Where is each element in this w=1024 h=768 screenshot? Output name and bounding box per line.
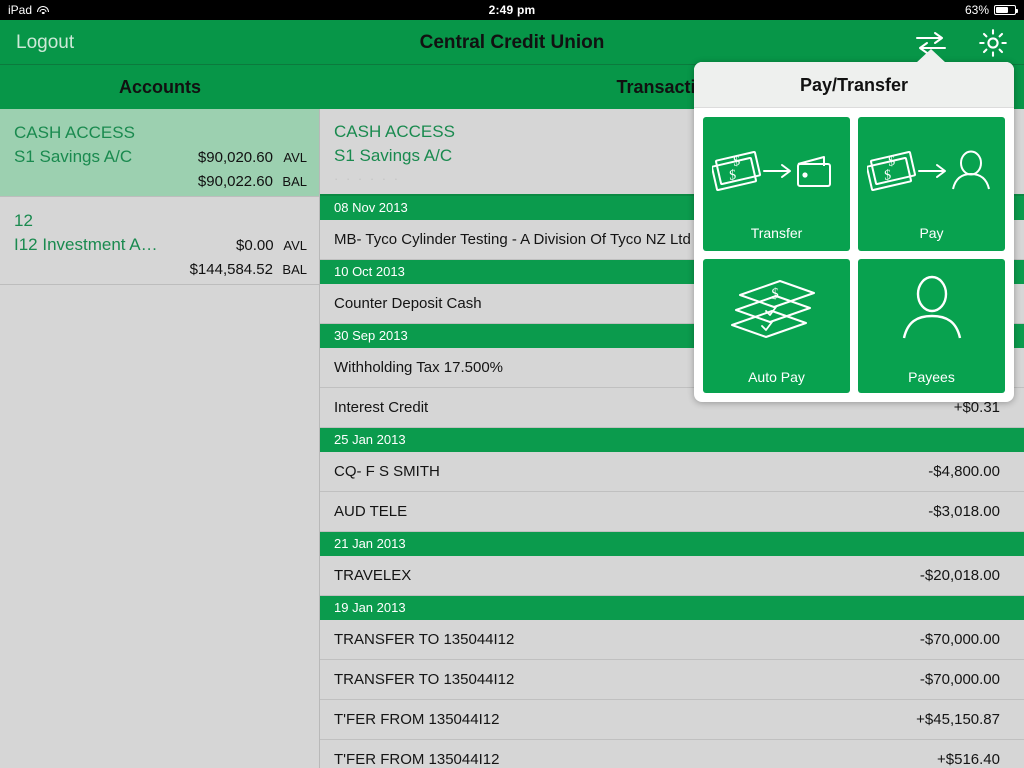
transaction-amount: -$3,018.00 xyxy=(928,503,1000,520)
status-bar-time: 2:49 pm xyxy=(488,3,536,17)
gear-icon[interactable] xyxy=(974,26,1012,60)
tile-transfer[interactable]: $ $ Transfer xyxy=(703,117,850,251)
pay-transfer-popover: Pay/Transfer $ $ Transfer $ $ Pay $ Auto… xyxy=(694,49,1014,402)
account-type: I12 Investment A… xyxy=(14,235,158,254)
transaction-date-header: 21 Jan 2013 xyxy=(320,532,1024,556)
svg-text:$: $ xyxy=(769,286,780,303)
tile-transfer-label: Transfer xyxy=(750,225,803,241)
accounts-list: CASH ACCESS S1 Savings A/C $90,020.60 AVL $9… xyxy=(0,109,319,285)
transaction-row[interactable]: AUD TELE -$3,018.00 xyxy=(320,492,1024,532)
transaction-amount: -$70,000.00 xyxy=(919,631,1000,648)
popover-title: Pay/Transfer xyxy=(694,62,1014,108)
transaction-description: AUD TELE xyxy=(334,503,408,520)
transaction-description: T'FER FROM 135044I12 xyxy=(334,751,500,768)
transaction-description: TRANSFER TO 135044I12 xyxy=(334,631,515,648)
account-balance-amount: $90,022.60 xyxy=(197,173,273,190)
person-icon xyxy=(887,267,977,353)
transaction-amount: +$45,150.87 xyxy=(916,711,1000,728)
tile-payees-label: Payees xyxy=(908,369,955,385)
transaction-date-header: 25 Jan 2013 xyxy=(320,428,1024,452)
cash-to-person-icon: $ $ xyxy=(866,127,997,213)
account-balance-tag: BAL xyxy=(282,262,307,277)
account-row[interactable]: CASH ACCESS S1 Savings A/C $90,020.60 AVL $9… xyxy=(0,109,319,197)
stacked-cheques-icon: $ xyxy=(722,267,832,353)
account-available-amount: $90,020.60 xyxy=(197,149,273,166)
battery-icon xyxy=(994,5,1019,15)
accounts-sidebar[interactable]: CASH ACCESS S1 Savings A/C $90,020.60 AVL $9… xyxy=(0,109,320,768)
transaction-description: CQ- F S SMITH xyxy=(334,463,440,480)
transaction-row[interactable]: CQ- F S SMITH -$4,800.00 xyxy=(320,452,1024,492)
account-type: S1 Savings A/C xyxy=(14,147,133,166)
transaction-row[interactable]: TRANSFER TO 135044I12 -$70,000.00 xyxy=(320,620,1024,660)
transaction-row[interactable]: TRAVELEX -$20,018.00 xyxy=(320,556,1024,596)
tile-auto-pay[interactable]: $ Auto Pay xyxy=(703,259,850,393)
transaction-amount: -$20,018.00 xyxy=(919,567,1000,584)
status-bar-right: 63% xyxy=(964,3,1019,17)
account-name: CASH ACCESS xyxy=(14,123,135,142)
transaction-row[interactable]: T'FER FROM 135044I12 +$516.40 xyxy=(320,740,1024,768)
account-row[interactable]: 12 I12 Investment A… $0.00 AVL $144,584.52 BA… xyxy=(0,197,319,285)
account-balance-amount: $144,584.52 xyxy=(189,261,273,278)
device-label: iPad xyxy=(8,3,33,17)
transaction-description: T'FER FROM 135044I12 xyxy=(334,711,500,728)
transaction-amount: -$70,000.00 xyxy=(919,671,1000,688)
ipad-banking-app: iPad 2:49 pm 63% Logout Central Credit U… xyxy=(0,0,1024,768)
cash-to-wallet-icon: $ $ xyxy=(711,127,842,213)
tab-accounts[interactable]: Accounts xyxy=(0,65,320,109)
tile-pay[interactable]: $ $ Pay xyxy=(858,117,1005,251)
tile-auto-pay-label: Auto Pay xyxy=(748,369,805,385)
transaction-description: TRAVELEX xyxy=(334,567,412,584)
tile-pay-label: Pay xyxy=(919,225,944,241)
wifi-icon xyxy=(37,5,50,15)
status-bar: iPad 2:49 pm 63% xyxy=(0,0,1024,20)
battery-percent-label: 63% xyxy=(964,3,989,17)
account-balance-tag: BAL xyxy=(282,174,307,189)
account-available-tag: AVL xyxy=(283,238,307,253)
navigation-bar: Logout Central Credit Union xyxy=(0,20,1024,65)
transaction-row[interactable]: T'FER FROM 135044I12 +$45,150.87 xyxy=(320,700,1024,740)
transaction-amount: +$516.40 xyxy=(937,751,1000,768)
transaction-row[interactable]: TRANSFER TO 135044I12 -$70,000.00 xyxy=(320,660,1024,700)
account-name: 12 xyxy=(14,211,33,230)
transaction-date-header: 19 Jan 2013 xyxy=(320,596,1024,620)
account-available-tag: AVL xyxy=(283,150,307,165)
account-available-amount: $0.00 xyxy=(236,237,274,254)
transaction-description: TRANSFER TO 135044I12 xyxy=(334,671,515,688)
status-bar-left: iPad xyxy=(8,3,50,17)
transaction-amount: -$4,800.00 xyxy=(928,463,1000,480)
popover-tile-grid: $ $ Transfer $ $ Pay $ Auto Pay Payees xyxy=(694,108,1014,402)
tile-payees[interactable]: Payees xyxy=(858,259,1005,393)
page-title: Central Credit Union xyxy=(419,32,605,53)
